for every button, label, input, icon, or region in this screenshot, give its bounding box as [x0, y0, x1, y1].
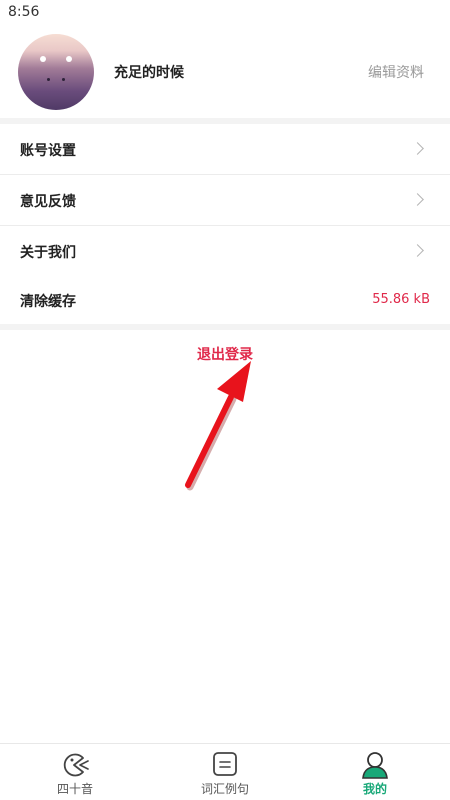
- menu-item-account-settings[interactable]: 账号设置: [0, 124, 450, 175]
- user-icon: [362, 752, 388, 779]
- menu-item-feedback[interactable]: 意见反馈: [0, 175, 450, 226]
- status-bar: 8:56: [0, 0, 450, 26]
- section-divider: [0, 324, 450, 330]
- pacman-icon: [63, 753, 89, 777]
- avatar-eye: [47, 78, 50, 81]
- username: 充足的时候: [114, 65, 184, 81]
- profile-header[interactable]: 充足的时候 编辑资料: [0, 26, 450, 118]
- tab-gojuon[interactable]: 四十音: [0, 744, 150, 800]
- avatar-ear-dot: [66, 56, 72, 62]
- menu-item-label: 关于我们: [20, 245, 76, 261]
- profile-page: 8:56 充足的时候 编辑资料 账号设置 意见反馈 关于我们 清除缓存 55.8…: [0, 0, 450, 800]
- menu-item-label: 意见反馈: [20, 194, 76, 210]
- menu-item-label: 清除缓存: [20, 294, 76, 310]
- tab-mine[interactable]: 我的: [300, 744, 450, 800]
- status-time: 8:56: [8, 4, 40, 20]
- bottom-tab-bar: 四十音 词汇例句 我的: [0, 743, 450, 800]
- avatar-ear-dot: [40, 56, 46, 62]
- avatar[interactable]: [18, 34, 94, 110]
- chevron-right-icon: [411, 142, 424, 155]
- document-icon: [213, 752, 237, 776]
- menu-item-clear-cache[interactable]: 清除缓存 55.86 kB: [0, 275, 450, 325]
- tab-label: 词汇例句: [200, 782, 249, 796]
- chevron-right-icon: [411, 244, 424, 257]
- avatar-eye: [62, 78, 65, 81]
- red-arrow-annotation: [185, 361, 251, 491]
- tab-label: 四十音: [56, 782, 93, 796]
- tab-vocabulary[interactable]: 词汇例句: [150, 744, 300, 800]
- tab-label: 我的: [362, 782, 387, 796]
- menu-item-label: 账号设置: [20, 143, 76, 159]
- cache-size-value: 55.86 kB: [372, 292, 430, 307]
- menu-item-about-us[interactable]: 关于我们: [0, 226, 450, 277]
- chevron-right-icon: [411, 193, 424, 206]
